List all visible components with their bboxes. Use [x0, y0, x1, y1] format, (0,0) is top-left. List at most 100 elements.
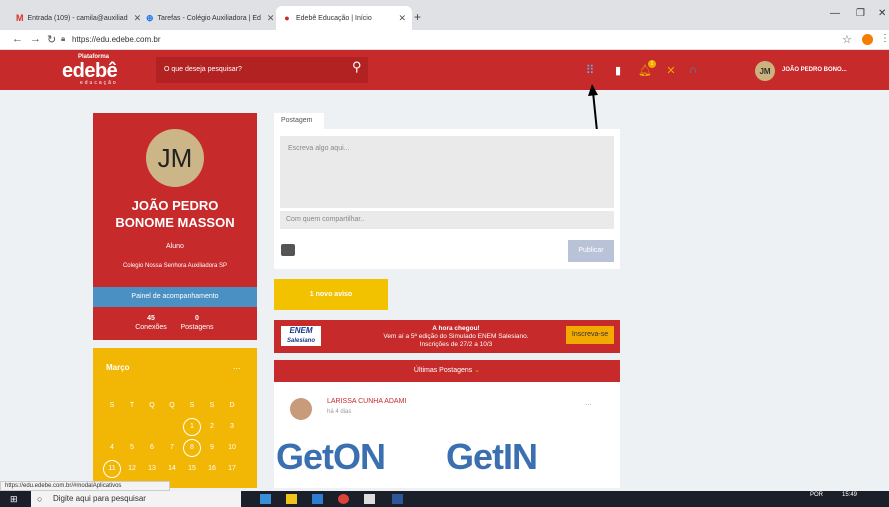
enem-line3: Inscrições de 27/2 a 10/3	[419, 341, 493, 348]
tab-tarefas[interactable]: ⊕ Tarefas - Colégio Auxiliadora | Ed ✕	[140, 6, 274, 30]
latest-posts-label: Últimas Postagens	[413, 367, 473, 374]
weekday-label: S	[209, 402, 215, 409]
tab-label: Entrada (109) - camila@auxiliad	[27, 14, 128, 22]
word-icon[interactable]	[392, 494, 403, 504]
calendar-day-marker	[183, 439, 201, 457]
chevron-down-icon: ⌄	[474, 367, 481, 374]
calendar-day[interactable]: 6	[142, 444, 162, 451]
connections-stat[interactable]: 45 Conexões	[126, 314, 176, 332]
profile-icon[interactable]	[862, 34, 873, 45]
panel-button[interactable]: Painel de acompanhamento	[93, 287, 257, 307]
back-icon[interactable]: ←	[12, 33, 23, 45]
connections-label: Conexões	[135, 324, 167, 331]
url-field[interactable]: https://edu.edebe.com.br	[72, 35, 161, 44]
profile-school: Colegio Nossa Senhora Auxiliadora SP	[122, 263, 228, 269]
calendar-day[interactable]: 2	[202, 423, 222, 430]
store-icon[interactable]	[312, 494, 323, 504]
new-notice-button[interactable]: 1 novo aviso	[274, 279, 388, 310]
post-more-button[interactable]: ...	[585, 398, 592, 407]
calendar-day[interactable]: 3	[222, 423, 242, 430]
banner-right-text: GetIN	[446, 436, 538, 477]
edebe-icon: ●	[284, 13, 290, 23]
tools-icon[interactable]: ✕	[664, 63, 678, 77]
apps-grid-icon[interactable]: ⠿	[583, 63, 597, 77]
enem-line2: Vem aí a 5ª edição do Simulado ENEM Sale…	[383, 333, 529, 340]
connections-value: 45	[147, 315, 155, 322]
profile-role: Aluno	[166, 243, 184, 250]
weekday-label: Q	[149, 402, 155, 409]
restore-icon[interactable]: ❐	[856, 8, 865, 19]
profile-name-line2: BONOME MASSON	[115, 215, 235, 230]
camera-icon[interactable]	[281, 244, 295, 256]
file-explorer-icon[interactable]	[286, 494, 297, 504]
profile-name-line1: JOÃO PEDRO	[131, 198, 219, 213]
edge-icon[interactable]	[260, 494, 271, 504]
taskbar-search[interactable]: Digite aqui para pesquisar	[31, 491, 241, 507]
enem-text: A hora chegou! Vem aí a 5ª edição do Sim…	[356, 325, 556, 349]
calendar-day-marker	[183, 418, 201, 436]
weekday-label: S	[109, 402, 115, 409]
forward-icon[interactable]: →	[30, 33, 41, 45]
new-tab-button[interactable]: +	[414, 10, 421, 24]
weekday-label: Q	[169, 402, 175, 409]
headset-icon[interactable]: ∩	[686, 63, 700, 77]
author-name[interactable]: LARISSA CUNHA ADAMI	[327, 398, 406, 405]
search-icon: ○	[37, 494, 43, 504]
windows-start-icon[interactable]: ⊞	[10, 494, 21, 504]
author-avatar[interactable]	[290, 398, 312, 420]
calendar-day[interactable]: 14	[162, 465, 182, 472]
browser-tab-bar: M Entrada (109) - camila@auxiliad ✕ ⊕ Ta…	[0, 0, 889, 30]
close-icon[interactable]: ✕	[128, 13, 140, 24]
calendar-day-marker	[103, 460, 121, 478]
subscribe-button[interactable]: Inscreva-se	[566, 326, 614, 344]
calendar-day[interactable]: 10	[222, 444, 242, 451]
gmail-icon: M	[16, 13, 24, 23]
star-icon[interactable]: ☆	[842, 33, 852, 46]
calendar-day[interactable]: 17	[222, 465, 242, 472]
tab-edebe[interactable]: ● Edebê Educação | Início ✕	[276, 6, 412, 30]
profile-name: JOÃO PEDRO BONOME MASSON	[93, 197, 257, 231]
chrome-icon[interactable]	[338, 494, 349, 504]
publish-button[interactable]: Publicar	[568, 240, 614, 262]
menu-icon[interactable]: ⋮	[880, 33, 889, 44]
calendar-day[interactable]: 7	[162, 444, 182, 451]
tab-postagem[interactable]: Postagem	[274, 113, 324, 129]
calendar-month: Março	[106, 363, 130, 372]
calendar-day[interactable]: 16	[202, 465, 222, 472]
calendar-more-button[interactable]: ...	[233, 361, 241, 371]
weekday-label: D	[229, 402, 235, 409]
logo-sub-text: educação	[80, 80, 118, 86]
clipboard-icon[interactable]: ▮	[611, 63, 625, 77]
enem-line1: A hora chegou!	[432, 325, 480, 332]
calendar-day[interactable]: 15	[182, 465, 202, 472]
share-field[interactable]: Com quem compartilhar..	[280, 211, 614, 229]
profile-avatar: JM	[146, 129, 204, 187]
close-icon[interactable]: ✕	[392, 13, 406, 24]
search-input[interactable]: O que deseja pesquisar?	[156, 57, 368, 83]
calendar-day[interactable]: 13	[142, 465, 162, 472]
calendar-day[interactable]: 9	[202, 444, 222, 451]
mail-icon[interactable]	[364, 494, 375, 504]
search-icon[interactable]: ⚲	[352, 59, 362, 75]
posts-stat[interactable]: 0 Postagens	[172, 314, 222, 332]
avatar[interactable]: JM	[755, 61, 775, 81]
lock-icon: 🔒︎	[61, 34, 66, 43]
enem-logo-bottom: Salesiano	[286, 338, 315, 344]
weekday-label: S	[189, 402, 195, 409]
language-indicator[interactable]: POR	[810, 492, 823, 498]
calendar-day[interactable]: 4	[102, 444, 122, 451]
tasks-icon: ⊕	[146, 12, 154, 23]
clock[interactable]: 15:49	[842, 492, 857, 498]
calendar-day[interactable]: 5	[122, 444, 142, 451]
tab-label: Edebê Educação | Início	[296, 14, 372, 22]
notification-badge: 1	[648, 60, 656, 68]
latest-posts-header[interactable]: Últimas Postagens ⌄	[274, 360, 620, 382]
close-window-icon[interactable]: ✕	[878, 8, 886, 19]
post-textarea[interactable]: Escreva algo aqui...	[280, 136, 614, 208]
minimize-icon[interactable]: —	[830, 8, 840, 19]
tab-gmail[interactable]: M Entrada (109) - camila@auxiliad ✕	[10, 6, 140, 30]
calendar-day[interactable]: 12	[122, 465, 142, 472]
user-name[interactable]: JOÃO PEDRO BONO...	[782, 67, 847, 73]
reload-icon[interactable]: ↻	[47, 33, 56, 46]
close-icon[interactable]: ✕	[261, 13, 274, 24]
